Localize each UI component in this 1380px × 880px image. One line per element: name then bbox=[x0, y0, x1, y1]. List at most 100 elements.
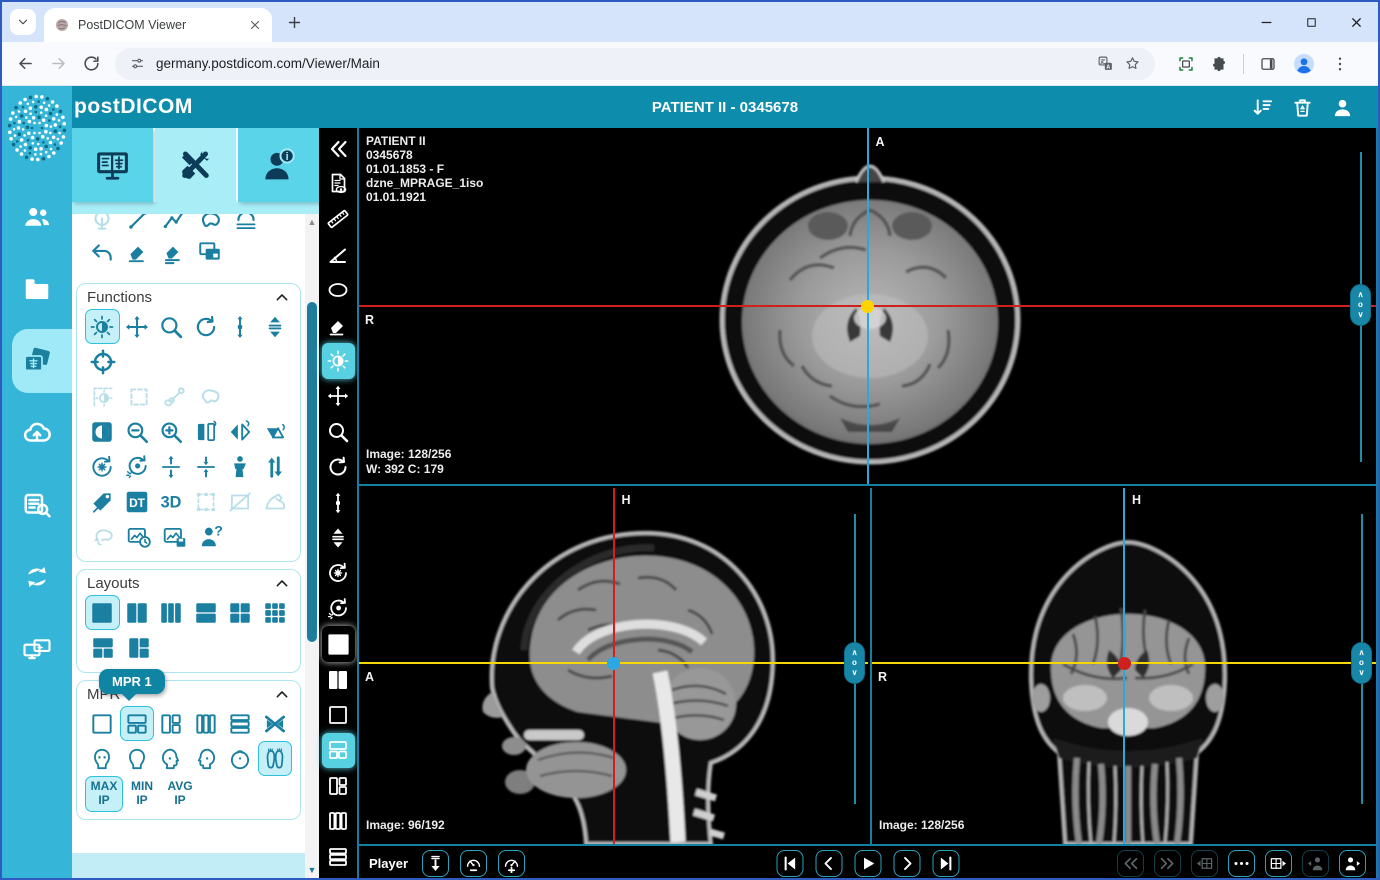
patient-info-button[interactable]: i bbox=[238, 128, 319, 202]
stack-button[interactable] bbox=[322, 520, 355, 555]
head-right-button[interactable] bbox=[154, 741, 189, 776]
new-tab-button[interactable] bbox=[286, 14, 303, 31]
collapse-section-icon[interactable] bbox=[274, 687, 290, 703]
m-1x1-button[interactable] bbox=[322, 697, 355, 732]
browser-menu-icon[interactable] bbox=[1331, 55, 1349, 73]
swap-ud-button[interactable] bbox=[258, 449, 293, 484]
browser-tab[interactable]: PostDICOM Viewer bbox=[44, 8, 272, 42]
transfer-button[interactable] bbox=[2, 541, 72, 613]
m-1l2r-button[interactable] bbox=[322, 768, 355, 803]
forward-button[interactable] bbox=[45, 50, 72, 77]
tab-search-button[interactable] bbox=[10, 9, 36, 35]
expand-v-button[interactable] bbox=[154, 449, 189, 484]
dots3-button[interactable] bbox=[1228, 850, 1255, 877]
m-1t2b-button[interactable] bbox=[322, 733, 355, 768]
tag-button[interactable] bbox=[85, 484, 120, 519]
person-orient-button[interactable] bbox=[223, 449, 258, 484]
brightness-button[interactable] bbox=[322, 343, 355, 378]
head-front-button[interactable] bbox=[85, 741, 120, 776]
sort-list-button[interactable] bbox=[1251, 96, 1274, 119]
close-button[interactable] bbox=[1349, 15, 1364, 30]
m-3col-button[interactable] bbox=[322, 803, 355, 838]
flip-h-button[interactable] bbox=[189, 414, 224, 449]
vscroll-button[interactable] bbox=[223, 309, 258, 344]
skip-first-button[interactable] bbox=[776, 850, 803, 877]
viewport-sagittal[interactable]: H A Image: 96/192 ∧o∨ bbox=[359, 488, 868, 844]
l-3col-button[interactable] bbox=[154, 595, 189, 630]
flip-rotate-button[interactable] bbox=[258, 414, 293, 449]
collapse-left-button[interactable] bbox=[322, 131, 355, 166]
head-left-button[interactable] bbox=[189, 741, 224, 776]
vscroll-button[interactable] bbox=[322, 485, 355, 520]
measure-freehand-button[interactable] bbox=[192, 214, 228, 234]
undo-button[interactable] bbox=[84, 234, 120, 269]
crosshair-center-dot[interactable] bbox=[861, 300, 874, 313]
l-1l2r-button[interactable] bbox=[121, 630, 157, 665]
url-text[interactable]: germany.postdicom.com/Viewer/Main bbox=[156, 56, 1087, 71]
flip-v-button[interactable] bbox=[223, 414, 258, 449]
ellipse-tool-button[interactable] bbox=[322, 273, 355, 308]
extensions-icon[interactable] bbox=[1210, 55, 1228, 73]
reset-bright-button[interactable] bbox=[120, 449, 155, 484]
m-1x1-button[interactable] bbox=[85, 706, 120, 741]
viewport-coronal[interactable]: H R Image: 128/256 ∧o∨ bbox=[870, 488, 1376, 844]
screen-capture-icon[interactable] bbox=[1177, 55, 1195, 73]
prev-chev-button[interactable] bbox=[815, 850, 842, 877]
user-button[interactable] bbox=[1331, 96, 1354, 119]
l-2col-button[interactable] bbox=[322, 662, 355, 697]
head-back-button[interactable] bbox=[120, 741, 155, 776]
crosshair-center-dot[interactable] bbox=[607, 657, 620, 670]
eraser-line-button[interactable] bbox=[156, 234, 192, 269]
scroll-down-arrow[interactable]: ▼ bbox=[305, 865, 319, 875]
viewport-axial[interactable]: A R PATIENT II 0345678 01.01.1853 - F dz… bbox=[359, 128, 1376, 486]
m-3row-button[interactable] bbox=[223, 706, 258, 741]
head-top-button[interactable] bbox=[223, 741, 258, 776]
tools-button[interactable] bbox=[155, 128, 236, 202]
doc-eye-button[interactable] bbox=[322, 166, 355, 201]
play-button[interactable] bbox=[854, 850, 881, 877]
upload-button[interactable] bbox=[2, 397, 72, 469]
speed-plus-button[interactable] bbox=[498, 850, 525, 877]
max-ip-button[interactable]: MAX IP bbox=[85, 776, 123, 812]
panel-scrollbar[interactable]: ▲ ▼ bbox=[305, 214, 319, 878]
collapse-section-icon[interactable] bbox=[274, 576, 290, 592]
m-1l2r-button[interactable] bbox=[154, 706, 189, 741]
tab-close-icon[interactable] bbox=[248, 18, 262, 32]
l-1x1-button[interactable] bbox=[322, 626, 355, 661]
bookmark-star-icon[interactable] bbox=[1124, 55, 1141, 72]
collapse-section-icon[interactable] bbox=[274, 290, 290, 306]
folders-button[interactable] bbox=[2, 253, 72, 325]
save-copy-button[interactable] bbox=[192, 234, 228, 269]
measure-line-button[interactable] bbox=[120, 214, 156, 234]
translate-icon[interactable]: A bbox=[1097, 55, 1114, 72]
eraser-button[interactable] bbox=[322, 308, 355, 343]
img-clock-button[interactable] bbox=[121, 519, 157, 554]
patients-button[interactable] bbox=[2, 181, 72, 253]
slice-scroll-handle[interactable]: ∧o∨ bbox=[1350, 284, 1371, 326]
crosshair-o-button[interactable] bbox=[85, 344, 121, 379]
address-bar[interactable]: germany.postdicom.com/Viewer/Main A bbox=[115, 48, 1155, 80]
skip-last-button[interactable] bbox=[932, 850, 959, 877]
reset-bright-button[interactable] bbox=[322, 591, 355, 626]
dt-label-button[interactable]: DT bbox=[120, 484, 155, 519]
reset-button[interactable] bbox=[322, 556, 355, 591]
measure-polyline-button[interactable] bbox=[156, 214, 192, 234]
pan-button[interactable] bbox=[322, 379, 355, 414]
zoom-out-button[interactable] bbox=[120, 414, 155, 449]
eraser-button[interactable] bbox=[120, 234, 156, 269]
min-ip-button[interactable]: MIN IP bbox=[123, 776, 161, 812]
magnify-button[interactable] bbox=[322, 414, 355, 449]
brightness-button[interactable] bbox=[85, 309, 120, 344]
invert-button[interactable] bbox=[85, 414, 120, 449]
slice-scroll-track[interactable]: ∧o∨ bbox=[1361, 514, 1363, 804]
slice-scroll-handle[interactable]: ∧o∨ bbox=[1351, 642, 1372, 684]
site-settings-icon[interactable] bbox=[129, 55, 146, 72]
pan-button[interactable] bbox=[120, 309, 155, 344]
magnify-button[interactable] bbox=[154, 309, 189, 344]
img-save-button[interactable] bbox=[157, 519, 193, 554]
stack-button[interactable] bbox=[258, 309, 293, 344]
trash-button[interactable] bbox=[1291, 96, 1314, 119]
m-3col-button[interactable] bbox=[189, 706, 224, 741]
next-chev-button[interactable] bbox=[893, 850, 920, 877]
viewers-button[interactable] bbox=[2, 613, 72, 685]
